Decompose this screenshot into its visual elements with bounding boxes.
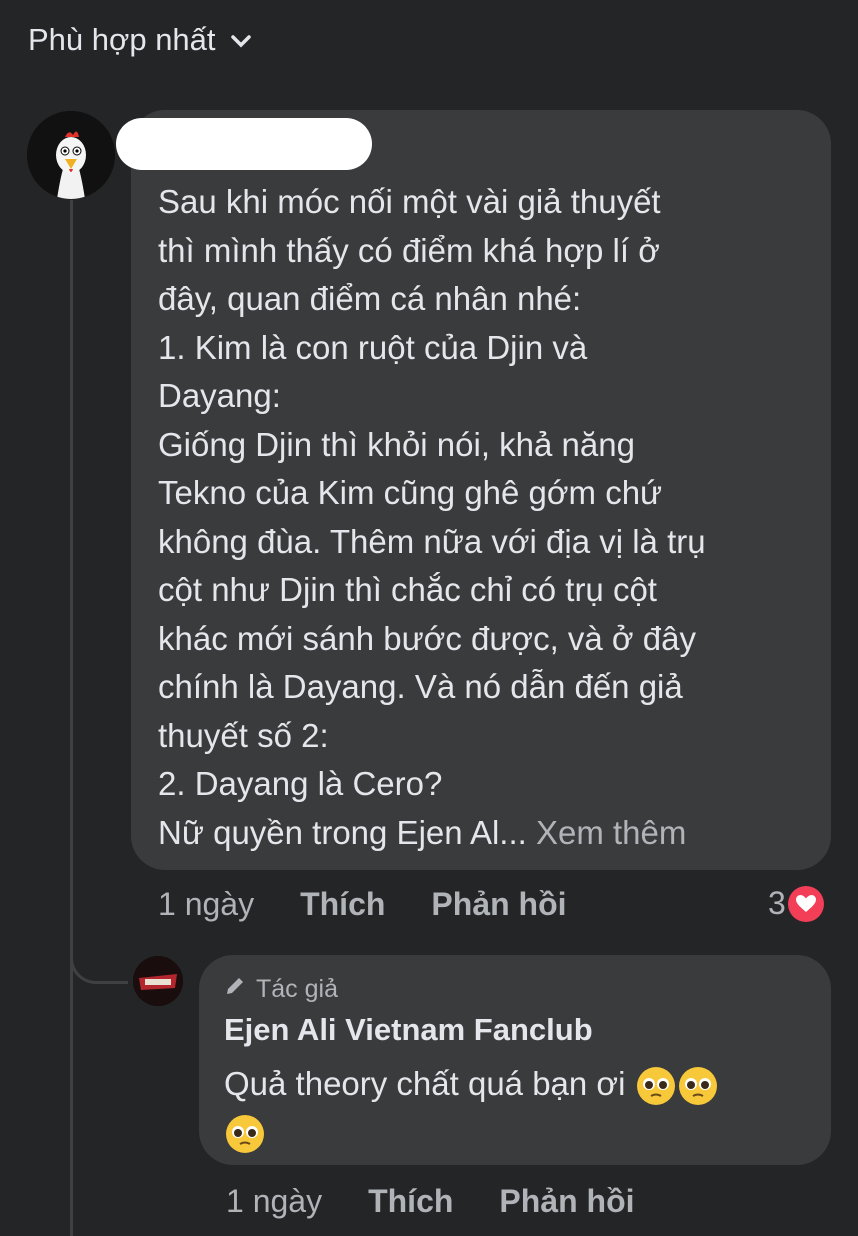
reply-actions: 1 ngày Thích Phản hồi xyxy=(226,1183,681,1220)
comment-body: Sau khi móc nối một vài giả thuyết thì m… xyxy=(158,178,808,857)
comment-actions: 1 ngày Thích Phản hồi xyxy=(158,886,613,923)
pencil-icon xyxy=(224,975,246,1004)
pleading-face-emoji-icon xyxy=(636,1067,675,1106)
thread-line xyxy=(70,200,73,1236)
reply-text: Quả theory chất quá bạn ơi xyxy=(224,1065,626,1102)
sort-label: Phù hợp nhất xyxy=(28,22,216,57)
pleading-face-emoji-icon xyxy=(678,1067,717,1106)
heart-icon xyxy=(787,885,824,922)
like-button[interactable]: Thích xyxy=(300,886,385,923)
author-badge-label: Tác giả xyxy=(256,975,338,1003)
reaction-count: 3 xyxy=(768,885,786,921)
author-badge: Tác giả xyxy=(224,975,338,1004)
comment-time[interactable]: 1 ngày xyxy=(158,886,254,923)
pleading-face-emoji-icon xyxy=(226,1115,264,1154)
fanclub-avatar[interactable] xyxy=(133,956,183,1006)
commenter-avatar[interactable] xyxy=(27,111,115,199)
reply-time[interactable]: 1 ngày xyxy=(226,1183,322,1220)
redacted-author-name xyxy=(116,118,372,170)
sort-dropdown[interactable]: Phù hợp nhất xyxy=(28,22,252,58)
chevron-down-icon xyxy=(230,22,252,58)
reply-reply-button[interactable]: Phản hồi xyxy=(499,1183,634,1220)
reply-connector xyxy=(70,935,128,984)
reply-body: Quả theory chất quá bạn ơi xyxy=(224,1060,814,1156)
comment-text: Sau khi móc nối một vài giả thuyết thì m… xyxy=(158,183,706,851)
see-more-link[interactable]: Xem thêm xyxy=(536,814,686,851)
reaction-summary[interactable]: 3 xyxy=(768,885,824,922)
chicken-avatar-icon xyxy=(27,111,115,199)
fanclub-logo-icon xyxy=(133,956,183,1006)
reply-button[interactable]: Phản hồi xyxy=(431,886,566,923)
reply-like-button[interactable]: Thích xyxy=(368,1183,453,1220)
reply-author-name[interactable]: Ejen Ali Vietnam Fanclub xyxy=(224,1012,593,1048)
